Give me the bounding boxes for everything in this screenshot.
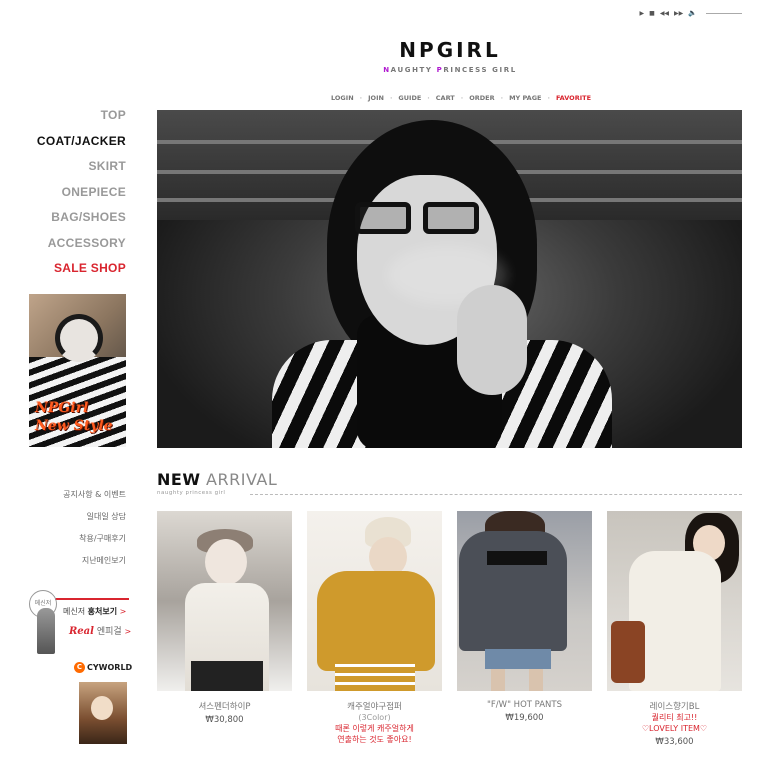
category-bag-shoes[interactable]: BAG/SHOES xyxy=(37,210,126,236)
product-color-count: (3Color) xyxy=(358,713,391,722)
tagline-part: RINCESS GIRL xyxy=(443,66,517,74)
topnav-order[interactable]: ORDER xyxy=(463,94,500,102)
messenger-promo[interactable]: 메신저 메신저 홍처보기 > Real 엔피걸 > xyxy=(29,590,131,658)
prev-icon[interactable]: ◀◀ xyxy=(660,10,669,17)
messenger-line2[interactable]: Real 엔피걸 > xyxy=(69,624,131,637)
product-card[interactable]: 셔스펜더하이P ₩30,800 xyxy=(157,511,292,725)
product-note: ♡LOVELY ITEM♡ xyxy=(641,724,708,733)
hero-glasses xyxy=(355,202,479,234)
cyworld-label: CYWORLD xyxy=(87,663,133,672)
product-name[interactable]: "F/W" HOT PANTS xyxy=(457,700,592,710)
cyworld-link[interactable]: C CYWORLD xyxy=(74,662,132,673)
tagline-part: N xyxy=(383,66,391,74)
product-note: 연출하는 것도 좋아요! xyxy=(337,735,412,744)
product-name[interactable]: 셔스펜더하이P xyxy=(157,700,292,712)
promo-text-line2: New Style xyxy=(35,418,113,434)
product-price: ₩19,600 xyxy=(505,713,544,723)
section-divider xyxy=(250,494,742,495)
music-player: ▶ ■ ◀◀ ▶▶ 🔈 xyxy=(640,8,742,18)
notice-links: 공지사항 & 이벤트 일대일 상담 착용/구매후기 지난메인보기 xyxy=(63,488,126,576)
notice-link[interactable]: 공지사항 & 이벤트 xyxy=(63,488,126,510)
product-image[interactable] xyxy=(607,511,742,691)
hero-banner[interactable] xyxy=(157,110,742,448)
new-arrival-title: NEW ARRIVAL xyxy=(157,470,277,489)
topnav-cart[interactable]: CART xyxy=(430,94,461,102)
play-icon[interactable]: ▶ xyxy=(640,10,645,17)
product-card[interactable]: "F/W" HOT PANTS ₩19,600 xyxy=(457,511,592,723)
product-note: 때론 이렇게 캐주얼하게 xyxy=(335,724,414,733)
messenger-prefix: 메신저 xyxy=(63,607,88,616)
topnav-my-page[interactable]: MY PAGE xyxy=(503,94,547,102)
side-promo-banner[interactable]: NPGirl New Style xyxy=(29,294,126,447)
product-name[interactable]: 캐주얼야구점퍼 xyxy=(307,700,442,712)
topnav-guide[interactable]: GUIDE xyxy=(392,94,427,102)
topnav-favorite[interactable]: FAVORITE xyxy=(550,94,597,102)
volume-slider[interactable] xyxy=(706,12,742,14)
messenger-rest: 엔피걸 xyxy=(93,627,122,637)
title-bold: NEW xyxy=(157,470,201,489)
cyworld-icon: C xyxy=(74,662,85,673)
topnav-login[interactable]: LOGIN xyxy=(325,94,360,102)
site-tagline: NAUGHTY PRINCESS GIRL xyxy=(0,66,770,74)
category-top[interactable]: TOP xyxy=(37,108,126,134)
product-image[interactable] xyxy=(157,511,292,691)
volume-icon[interactable]: 🔈 xyxy=(688,9,697,17)
new-arrival-subtitle: naughty princess girl xyxy=(157,490,226,496)
cyworld-thumbnail[interactable] xyxy=(79,682,127,744)
site-logo[interactable]: NPGIRL xyxy=(0,38,770,62)
promo-text-line1: NPGirl xyxy=(35,400,89,416)
messenger-line1[interactable]: 메신저 홍처보기 > xyxy=(63,606,126,617)
tagline-part: AUGHTY xyxy=(390,66,437,74)
messenger-divider xyxy=(55,598,129,600)
hero-model-hand xyxy=(457,285,527,395)
product-price: ₩30,800 xyxy=(205,715,244,725)
notice-link[interactable]: 일대일 상담 xyxy=(63,510,126,532)
product-image[interactable] xyxy=(307,511,442,691)
product-price: ₩33,600 xyxy=(655,737,694,747)
category-accessory[interactable]: ACCESSORY xyxy=(37,236,126,262)
product-note: 퀄리티 최고!! xyxy=(651,713,698,722)
product-name[interactable]: 레이스향기BL xyxy=(607,700,742,712)
category-sale-shop[interactable]: SALE SHOP xyxy=(37,261,126,287)
category-menu: TOP COAT/JACKER SKIRT ONEPIECE BAG/SHOES ACCE… xyxy=(37,108,126,287)
title-light: ARRIVAL xyxy=(200,470,278,489)
notice-link[interactable]: 지난메인보기 xyxy=(63,554,126,576)
product-card[interactable]: 캐주얼야구점퍼 (3Color) 때론 이렇게 캐주얼하게 연출하는 것도 좋아… xyxy=(307,511,442,745)
messenger-bold: 홍처보기 xyxy=(87,607,118,616)
product-card[interactable]: 레이스향기BL 퀄리티 최고!! ♡LOVELY ITEM♡ ₩33,600 xyxy=(607,511,742,747)
arrow-icon: > xyxy=(119,607,127,616)
messenger-figure-icon xyxy=(37,608,55,654)
notice-link[interactable]: 착용/구매후기 xyxy=(63,532,126,554)
next-icon[interactable]: ▶▶ xyxy=(674,10,683,17)
product-image[interactable] xyxy=(457,511,592,691)
top-nav: LOGIN · JOIN · GUIDE · CART · ORDER · MY PAGE · FAVO… xyxy=(325,94,597,102)
category-skirt[interactable]: SKIRT xyxy=(37,159,126,185)
arrow-icon: > xyxy=(124,627,132,636)
topnav-join[interactable]: JOIN xyxy=(362,94,390,102)
category-onepiece[interactable]: ONEPIECE xyxy=(37,185,126,211)
category-coat-jacker[interactable]: COAT/JACKER xyxy=(37,134,126,160)
promo-model xyxy=(55,314,103,362)
stop-icon[interactable]: ■ xyxy=(649,10,655,17)
messenger-real: Real xyxy=(69,626,94,637)
